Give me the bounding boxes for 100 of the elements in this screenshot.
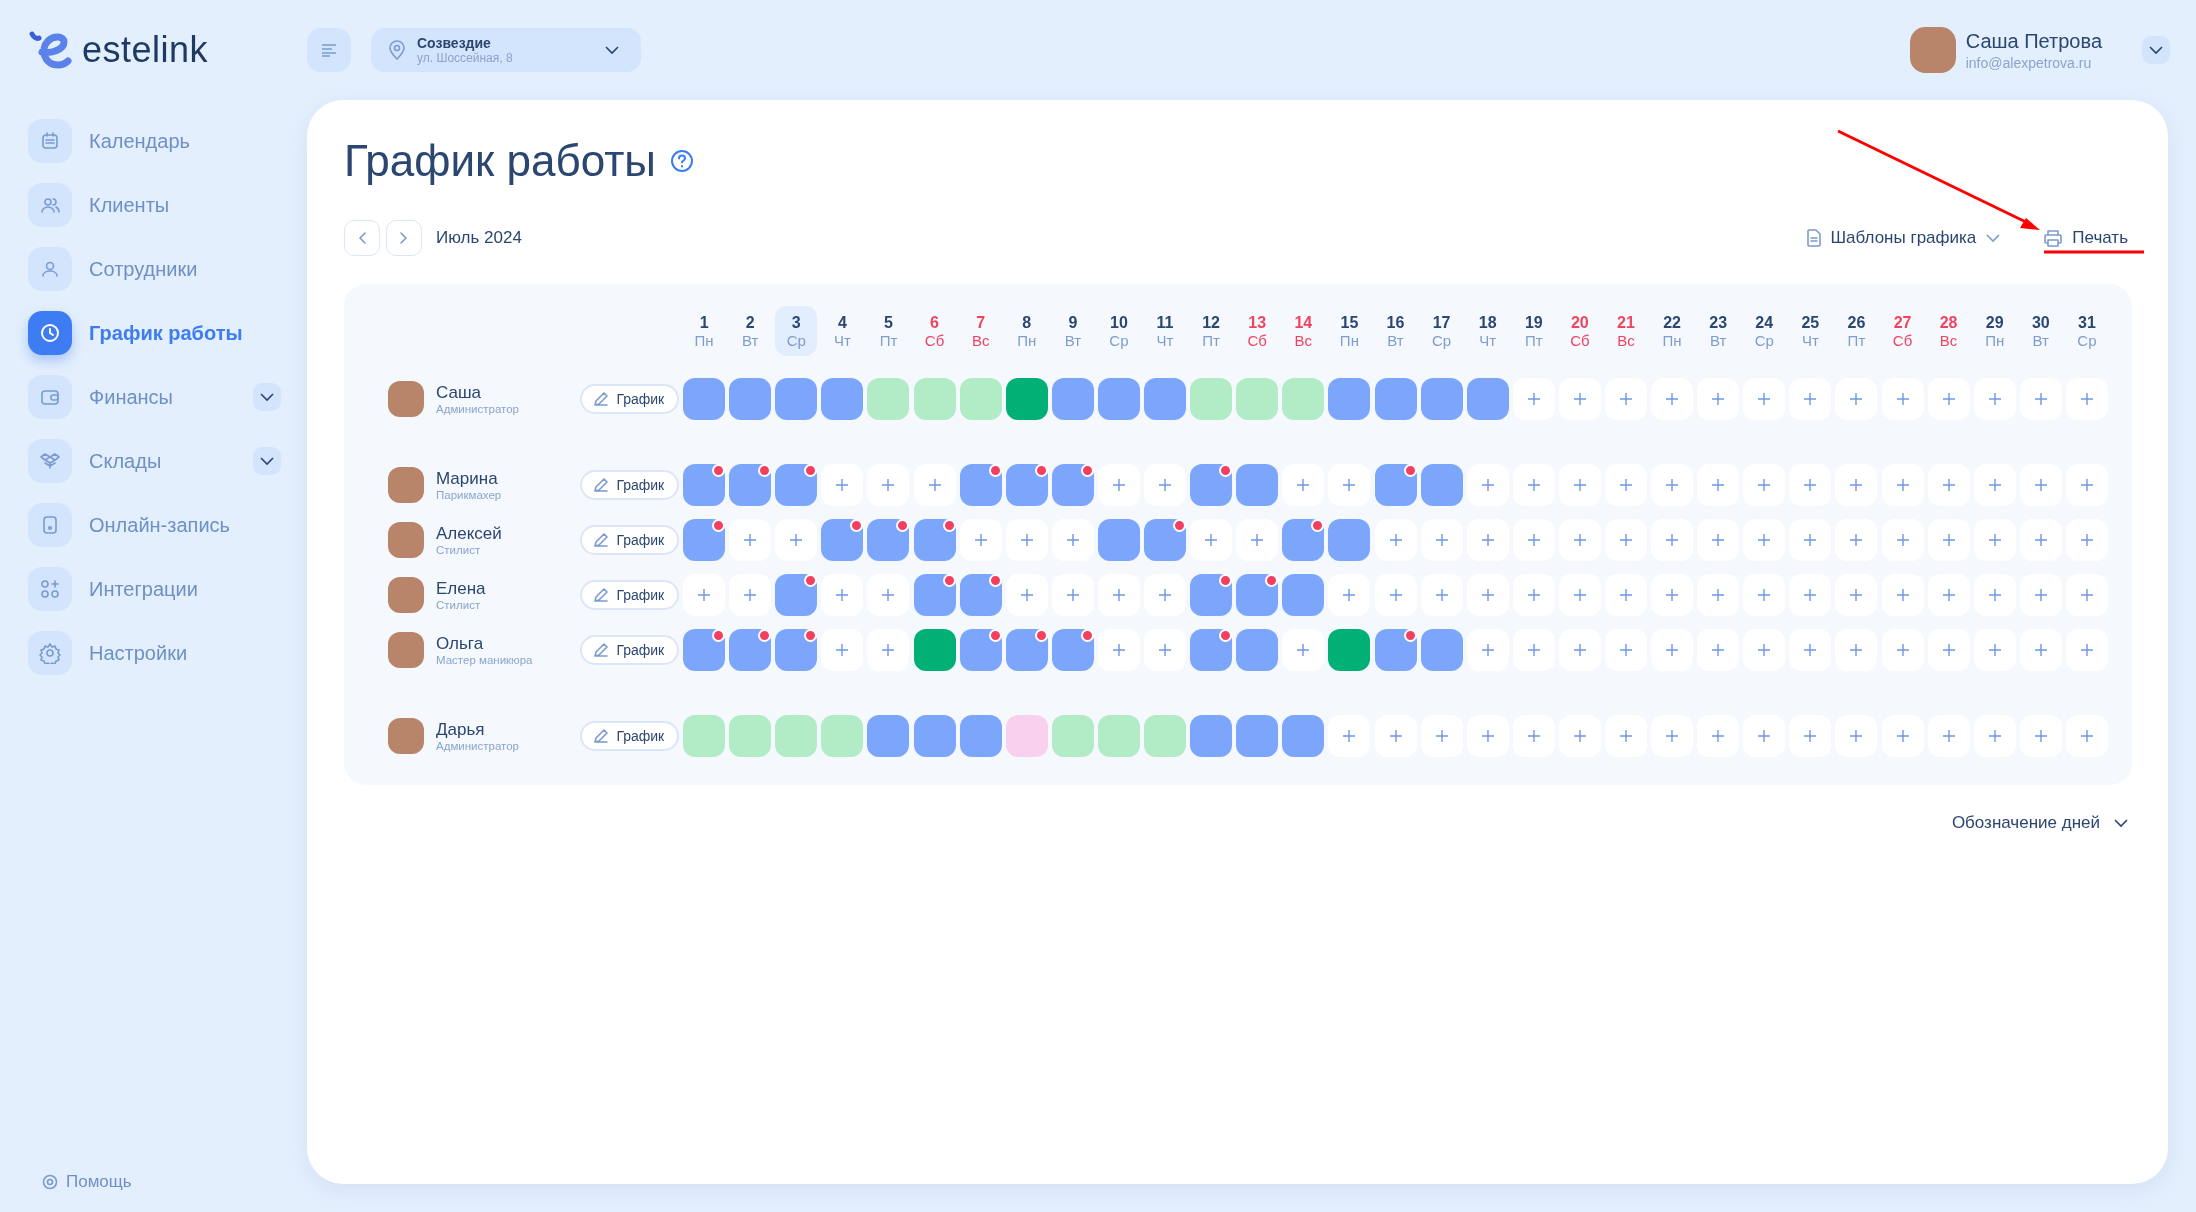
work-shift-cell[interactable]	[913, 519, 956, 561]
add-shift-button[interactable]	[1328, 464, 1371, 506]
add-shift-button[interactable]	[1512, 464, 1555, 506]
add-shift-button[interactable]	[1005, 519, 1048, 561]
add-shift-button[interactable]	[867, 574, 910, 616]
add-shift-button[interactable]	[2019, 715, 2062, 757]
add-shift-button[interactable]	[1328, 715, 1371, 757]
add-shift-button[interactable]	[1973, 574, 2016, 616]
special-day-cell[interactable]	[1328, 629, 1371, 671]
add-shift-button[interactable]	[1420, 574, 1463, 616]
work-shift-cell[interactable]	[959, 629, 1002, 671]
add-shift-button[interactable]	[775, 519, 818, 561]
add-shift-button[interactable]	[1789, 574, 1832, 616]
work-shift-cell[interactable]	[1144, 378, 1187, 420]
day-off-cell[interactable]	[1282, 378, 1325, 420]
add-shift-button[interactable]	[1789, 715, 1832, 757]
work-shift-cell[interactable]	[775, 378, 818, 420]
add-shift-button[interactable]	[821, 574, 864, 616]
work-shift-cell[interactable]	[1420, 464, 1463, 506]
work-shift-cell[interactable]	[959, 574, 1002, 616]
add-shift-button[interactable]	[2019, 519, 2062, 561]
work-shift-cell[interactable]	[1282, 574, 1325, 616]
schedule-button[interactable]: График	[579, 384, 679, 414]
add-shift-button[interactable]	[1927, 574, 1970, 616]
add-shift-button[interactable]	[1651, 629, 1694, 671]
add-shift-button[interactable]	[1973, 519, 2016, 561]
day-off-cell[interactable]	[1097, 715, 1140, 757]
add-shift-button[interactable]	[1604, 519, 1647, 561]
add-shift-button[interactable]	[1558, 629, 1601, 671]
work-shift-cell[interactable]	[1374, 378, 1417, 420]
schedule-button[interactable]: График	[579, 580, 679, 610]
add-shift-button[interactable]	[1144, 574, 1187, 616]
add-shift-button[interactable]	[1789, 519, 1832, 561]
add-shift-button[interactable]	[729, 574, 772, 616]
expand-button[interactable]	[253, 383, 281, 411]
work-shift-cell[interactable]	[683, 519, 726, 561]
day-legend-dropdown[interactable]: Обозначение дней	[1947, 809, 2132, 837]
add-shift-button[interactable]	[1512, 574, 1555, 616]
work-shift-cell[interactable]	[867, 715, 910, 757]
previous-month-button[interactable]	[344, 220, 380, 256]
day-off-cell[interactable]	[1236, 378, 1279, 420]
add-shift-button[interactable]	[1651, 378, 1694, 420]
add-shift-button[interactable]	[1328, 574, 1371, 616]
work-shift-cell[interactable]	[1051, 378, 1094, 420]
add-shift-button[interactable]	[959, 519, 1002, 561]
add-shift-button[interactable]	[1558, 519, 1601, 561]
add-shift-button[interactable]	[1604, 574, 1647, 616]
add-shift-button[interactable]	[2019, 629, 2062, 671]
work-shift-cell[interactable]	[1005, 464, 1048, 506]
work-shift-cell[interactable]	[775, 629, 818, 671]
add-shift-button[interactable]	[1282, 629, 1325, 671]
day-off-cell[interactable]	[821, 715, 864, 757]
work-shift-cell[interactable]	[1097, 519, 1140, 561]
add-shift-button[interactable]	[1927, 519, 1970, 561]
work-shift-cell[interactable]	[913, 715, 956, 757]
day-off-cell[interactable]	[867, 378, 910, 420]
special-day-cell[interactable]	[1005, 378, 1048, 420]
work-shift-cell[interactable]	[1236, 715, 1279, 757]
work-shift-cell[interactable]	[1328, 378, 1371, 420]
add-shift-button[interactable]	[821, 629, 864, 671]
add-shift-button[interactable]	[1374, 574, 1417, 616]
add-shift-button[interactable]	[1881, 574, 1924, 616]
add-shift-button[interactable]	[867, 629, 910, 671]
add-shift-button[interactable]	[1881, 378, 1924, 420]
add-shift-button[interactable]	[2065, 464, 2108, 506]
add-shift-button[interactable]	[2065, 574, 2108, 616]
day-off-cell[interactable]	[683, 715, 726, 757]
work-shift-cell[interactable]	[1236, 629, 1279, 671]
add-shift-button[interactable]	[1097, 629, 1140, 671]
add-shift-button[interactable]	[1697, 629, 1740, 671]
add-shift-button[interactable]	[2019, 378, 2062, 420]
add-shift-button[interactable]	[1743, 629, 1786, 671]
add-shift-button[interactable]	[1374, 715, 1417, 757]
add-shift-button[interactable]	[1558, 715, 1601, 757]
add-shift-button[interactable]	[1005, 574, 1048, 616]
day-off-cell[interactable]	[729, 715, 772, 757]
work-shift-cell[interactable]	[683, 378, 726, 420]
add-shift-button[interactable]	[1466, 574, 1509, 616]
add-shift-button[interactable]	[1789, 464, 1832, 506]
print-button[interactable]: Печать	[2040, 224, 2132, 252]
add-shift-button[interactable]	[1466, 519, 1509, 561]
work-shift-cell[interactable]	[1144, 519, 1187, 561]
add-shift-button[interactable]	[1881, 519, 1924, 561]
add-shift-button[interactable]	[1835, 574, 1878, 616]
add-shift-button[interactable]	[1236, 519, 1279, 561]
day-off-cell[interactable]	[959, 378, 1002, 420]
work-shift-cell[interactable]	[775, 464, 818, 506]
work-shift-cell[interactable]	[729, 378, 772, 420]
user-menu-button[interactable]	[2142, 36, 2170, 64]
add-shift-button[interactable]	[1466, 715, 1509, 757]
day-off-cell[interactable]	[913, 378, 956, 420]
work-shift-cell[interactable]	[683, 464, 726, 506]
work-shift-cell[interactable]	[1097, 378, 1140, 420]
add-shift-button[interactable]	[913, 464, 956, 506]
next-month-button[interactable]	[386, 220, 422, 256]
work-shift-cell[interactable]	[1236, 464, 1279, 506]
add-shift-button[interactable]	[1374, 519, 1417, 561]
work-shift-cell[interactable]	[775, 574, 818, 616]
add-shift-button[interactable]	[1835, 519, 1878, 561]
work-shift-cell[interactable]	[959, 464, 1002, 506]
